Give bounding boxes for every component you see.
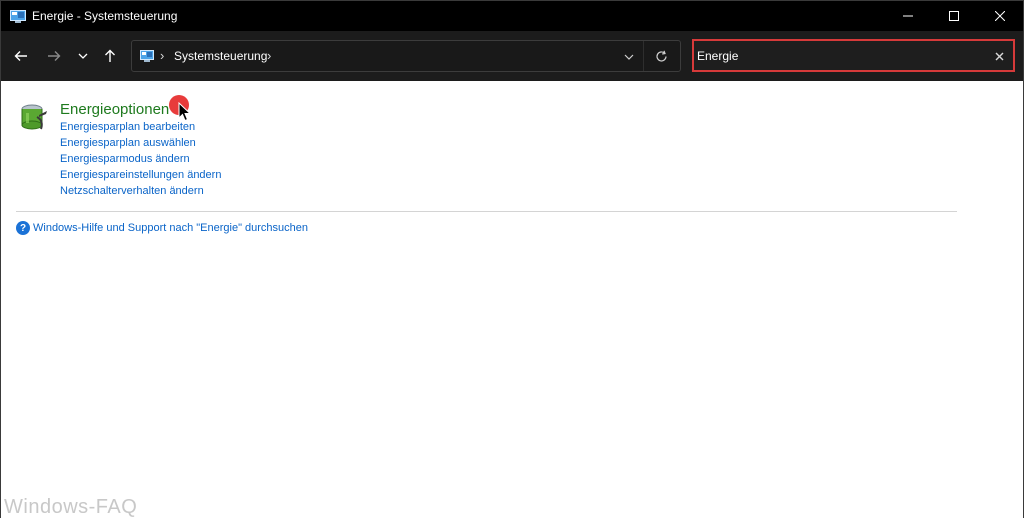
breadcrumb-systemsteuerung[interactable]: Systemsteuerung bbox=[174, 49, 267, 63]
up-button[interactable] bbox=[99, 45, 121, 67]
change-power-settings-link[interactable]: Energiespareinstellungen ändern bbox=[60, 169, 221, 181]
maximize-icon bbox=[949, 11, 959, 21]
maximize-button[interactable] bbox=[931, 1, 977, 31]
caption-buttons bbox=[885, 1, 1023, 31]
chevron-down-icon bbox=[78, 53, 88, 59]
chevron-down-icon bbox=[624, 54, 634, 60]
power-button-behavior-link[interactable]: Netzschalterverhalten ändern bbox=[60, 185, 204, 197]
help-search-link[interactable]: Windows-Hilfe und Support nach "Energie"… bbox=[33, 222, 308, 234]
minimize-icon bbox=[903, 15, 913, 17]
results-divider bbox=[16, 211, 957, 212]
help-search-row[interactable]: ? Windows-Hilfe und Support nach "Energi… bbox=[16, 221, 308, 235]
power-options-icon[interactable] bbox=[17, 101, 49, 133]
mouse-cursor-icon bbox=[178, 102, 192, 122]
search-box[interactable] bbox=[692, 39, 1015, 72]
recent-locations-button[interactable] bbox=[72, 45, 94, 67]
close-icon bbox=[995, 11, 1005, 21]
control-panel-icon bbox=[10, 9, 26, 23]
control-panel-window: Energie - Systemsteuerung › Systemsteuer… bbox=[0, 0, 1024, 518]
address-bar[interactable]: › Systemsteuerung › bbox=[131, 40, 681, 72]
arrow-right-icon bbox=[48, 51, 61, 61]
close-button[interactable] bbox=[977, 1, 1023, 31]
breadcrumb-separator-icon: › bbox=[160, 48, 165, 63]
change-sleep-mode-link[interactable]: Energiesparmodus ändern bbox=[60, 153, 190, 165]
address-divider bbox=[643, 41, 644, 71]
title-bar: Energie - Systemsteuerung bbox=[1, 1, 1023, 31]
address-dropdown-button[interactable] bbox=[622, 50, 636, 64]
navigation-bar: › Systemsteuerung › bbox=[1, 31, 1023, 81]
watermark-logo: Windows-FAQ bbox=[4, 496, 138, 518]
breadcrumb-separator-icon[interactable]: › bbox=[267, 48, 271, 63]
search-input[interactable] bbox=[697, 48, 977, 64]
close-icon bbox=[995, 52, 1004, 61]
back-button[interactable] bbox=[10, 45, 32, 67]
minimize-button[interactable] bbox=[885, 1, 931, 31]
refresh-button[interactable] bbox=[654, 49, 668, 63]
window-title: Energie - Systemsteuerung bbox=[32, 9, 178, 23]
power-options-link[interactable]: Energieoptionen bbox=[60, 101, 169, 118]
arrow-up-icon bbox=[105, 49, 115, 62]
refresh-icon bbox=[655, 50, 667, 62]
arrow-left-icon bbox=[14, 51, 27, 61]
choose-power-plan-link[interactable]: Energiesparplan auswählen bbox=[60, 137, 196, 149]
forward-button[interactable] bbox=[43, 45, 65, 67]
edit-power-plan-link[interactable]: Energiesparplan bearbeiten bbox=[60, 121, 195, 133]
clear-search-button[interactable] bbox=[995, 49, 1004, 64]
search-results: Energieoptionen Energiesparplan bearbeit… bbox=[1, 81, 1023, 518]
help-icon: ? bbox=[16, 221, 30, 235]
control-panel-icon bbox=[140, 50, 154, 62]
